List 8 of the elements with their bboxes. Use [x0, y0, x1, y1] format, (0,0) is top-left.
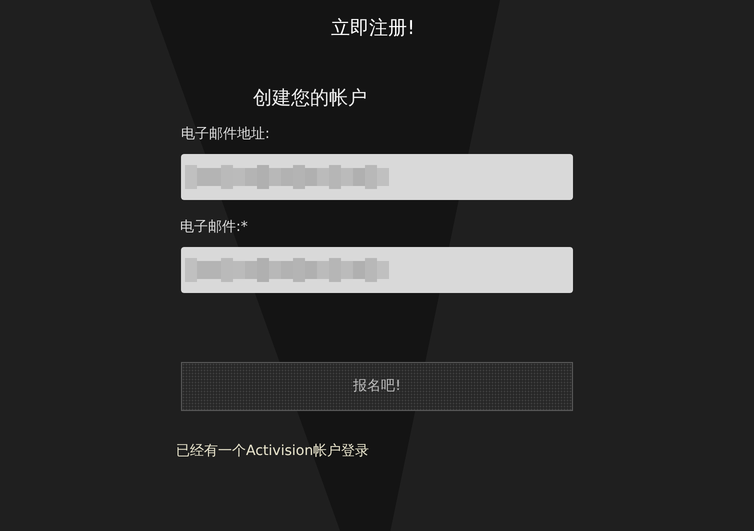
page-title: 立即注册! [331, 16, 415, 41]
form-heading: 创建您的帐户 [253, 86, 367, 111]
login-link[interactable]: 已经有一个Activision帐户登录 [176, 441, 370, 461]
field-label: 电子邮件:* [180, 218, 248, 237]
input-field[interactable] [181, 154, 573, 200]
signup-button[interactable]: 报名吧! [181, 362, 573, 411]
field-label: 电子邮件地址: [181, 125, 270, 144]
input-field[interactable] [181, 247, 573, 293]
